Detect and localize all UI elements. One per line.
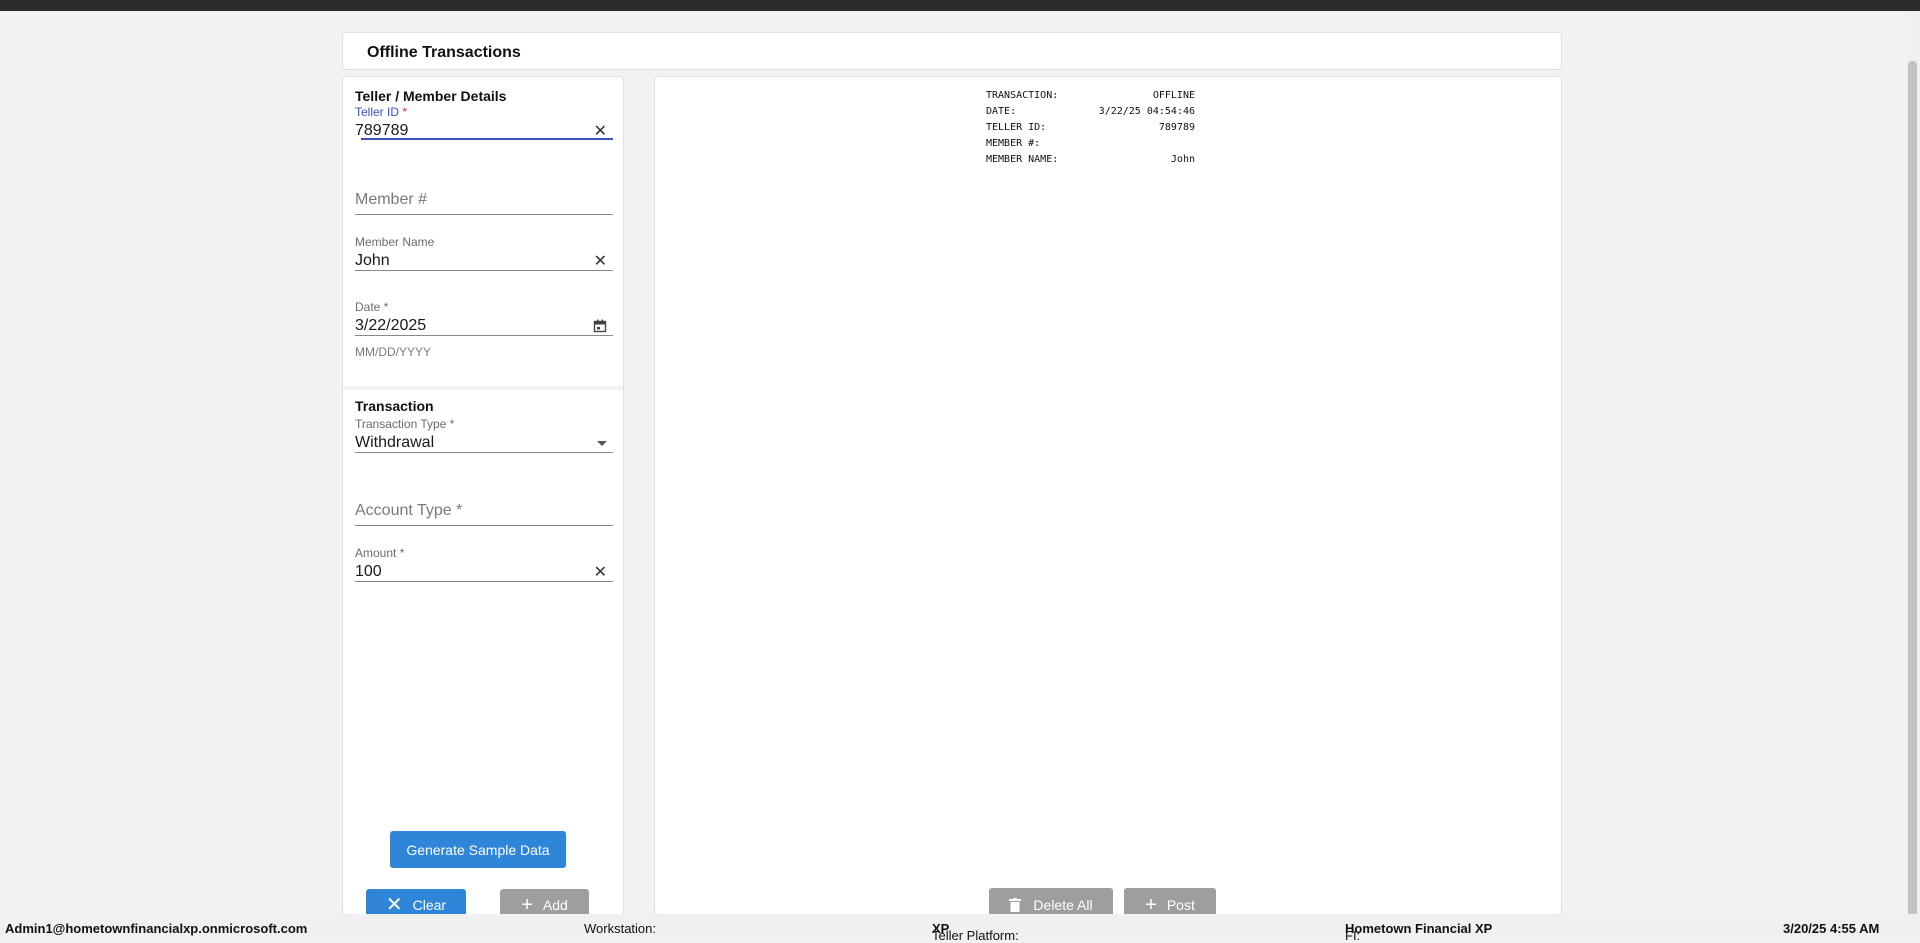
chevron-down-icon[interactable] (597, 441, 607, 446)
receipt-row: MEMBER NAME: John (986, 154, 1195, 165)
footer-workstation-label: Workstation: (584, 921, 657, 936)
member-name-underline (355, 270, 613, 271)
calendar-icon[interactable] (593, 319, 607, 333)
scrollbar-thumb[interactable] (1908, 61, 1917, 921)
transaction-section-title: Transaction (355, 398, 434, 414)
account-type-input[interactable]: Account Type * (355, 502, 462, 520)
plus-icon: + (521, 894, 533, 915)
member-number-field[interactable]: Member # (355, 191, 613, 215)
section-divider (343, 386, 623, 390)
amount-field[interactable]: Amount * 100 ✕ (355, 546, 613, 582)
trash-icon (1009, 897, 1022, 912)
transaction-type-value[interactable]: Withdrawal (355, 434, 434, 452)
delete-all-button[interactable]: Delete All (989, 888, 1113, 914)
page-title: Offline Transactions (367, 44, 521, 61)
receipt-preview: TRANSACTION: OFFLINE DATE: 3/22/25 04:54:4… (654, 76, 1562, 915)
clear-amount-icon[interactable]: ✕ (594, 565, 607, 581)
amount-label: Amount * (355, 546, 405, 560)
transaction-type-label: Transaction Type * (355, 417, 455, 431)
receipt-row: MEMBER #: (986, 138, 1041, 149)
receipt-row: DATE: 3/22/25 04:54:46 (986, 106, 1195, 117)
teller-id-field[interactable]: Teller ID * 789789 ✕ (355, 105, 613, 141)
member-name-field[interactable]: Member Name John ✕ (355, 235, 613, 271)
account-type-field[interactable]: Account Type * (355, 502, 613, 526)
status-bar: Admin1@hometownfinancialxp.onmicrosoft.c… (0, 914, 1920, 943)
date-format-hint: MM/DD/YYYY (355, 345, 432, 359)
post-button[interactable]: + Post (1124, 888, 1216, 915)
teller-id-label: Teller ID * (355, 105, 408, 119)
receipt-row: TRANSACTION: OFFLINE (986, 90, 1195, 101)
date-underline (355, 335, 613, 336)
plus-icon: + (1145, 893, 1157, 915)
delete-all-label: Delete All (1033, 896, 1093, 913)
window-top-bar (0, 0, 1920, 11)
clear-button-label: Clear (412, 897, 447, 913)
date-input[interactable]: 3/22/2025 (355, 317, 426, 335)
account-type-underline (355, 525, 613, 526)
clear-button[interactable]: ✕ Clear (366, 889, 466, 915)
footer-fi: FI: Hometown Financial XP (1345, 921, 1493, 943)
transaction-type-underline (355, 452, 613, 453)
teller-member-section-title: Teller / Member Details (355, 88, 507, 104)
date-label: Date * (355, 300, 389, 314)
amount-input[interactable]: 100 (355, 563, 382, 581)
teller-id-underline (361, 138, 613, 140)
member-number-input[interactable]: Member # (355, 191, 427, 209)
add-button[interactable]: + Add (500, 889, 589, 915)
transaction-type-select[interactable]: Transaction Type * Withdrawal (355, 417, 613, 453)
footer-teller-platform: Teller Platform: XP (932, 921, 1019, 943)
scrollbar[interactable] (1906, 11, 1920, 921)
amount-underline (355, 581, 613, 582)
close-icon: ✕ (385, 894, 403, 915)
footer-user: Admin1@hometownfinancialxp.onmicrosoft.c… (5, 921, 308, 936)
generate-sample-data-button[interactable]: Generate Sample Data (390, 831, 566, 868)
page-header: Offline Transactions (342, 32, 1562, 70)
add-button-label: Add (542, 897, 568, 913)
receipt-row: TELLER ID: 789789 (986, 122, 1195, 133)
member-name-label: Member Name (355, 235, 435, 249)
footer-datetime: 3/20/25 4:55 AM (1783, 921, 1880, 936)
date-field[interactable]: Date * 3/22/2025 MM/DD/YYYY (355, 300, 613, 360)
clear-member-name-icon[interactable]: ✕ (594, 254, 607, 270)
member-number-underline (355, 214, 613, 215)
entry-panel: Teller / Member Details Teller ID * 7897… (342, 76, 624, 915)
post-button-label: Post (1166, 896, 1195, 913)
receipt-text: TRANSACTION: OFFLINE DATE: 3/22/25 04:54:4… (986, 88, 1195, 168)
member-name-input[interactable]: John (355, 252, 390, 270)
